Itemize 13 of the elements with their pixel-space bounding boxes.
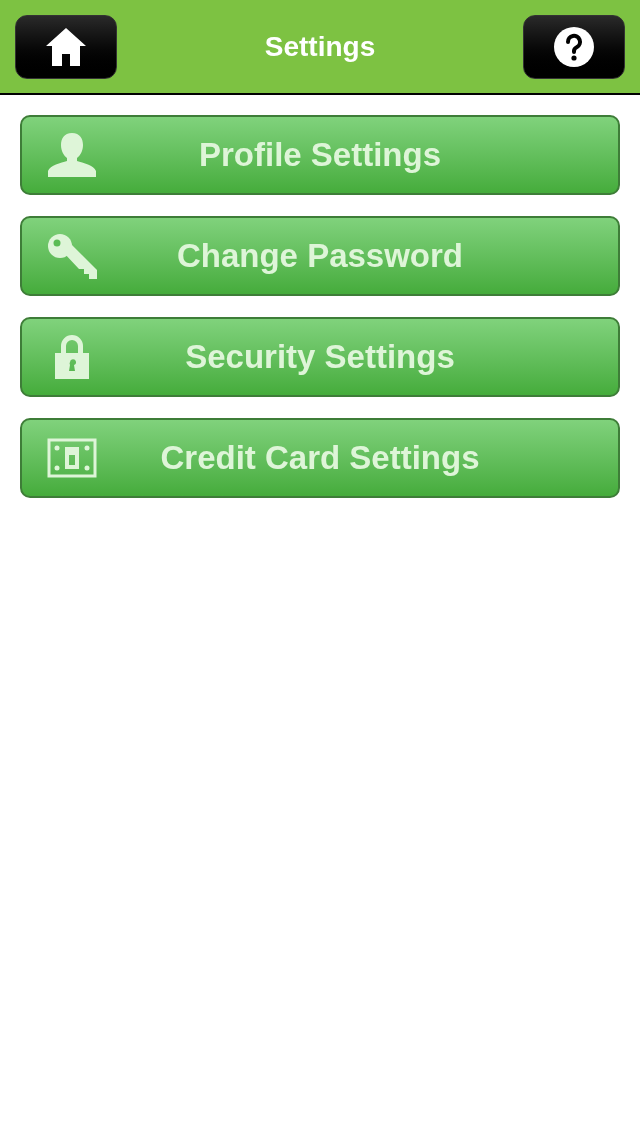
card-icon: [47, 438, 97, 478]
page-title: Settings: [264, 29, 376, 64]
settings-menu-button[interactable]: Change Password: [20, 216, 620, 296]
help-button[interactable]: [523, 14, 625, 79]
settings-menu-button[interactable]: Credit Card Settings: [20, 418, 620, 498]
home-button[interactable]: [15, 14, 117, 79]
settings-menu-button[interactable]: Security Settings: [20, 317, 620, 397]
key-icon: [47, 233, 97, 279]
home-icon: [46, 27, 86, 66]
settings-menu-button[interactable]: Profile Settings: [20, 115, 620, 195]
lock-icon: [54, 335, 90, 379]
help-icon: [553, 25, 595, 68]
person-icon: [47, 133, 97, 177]
